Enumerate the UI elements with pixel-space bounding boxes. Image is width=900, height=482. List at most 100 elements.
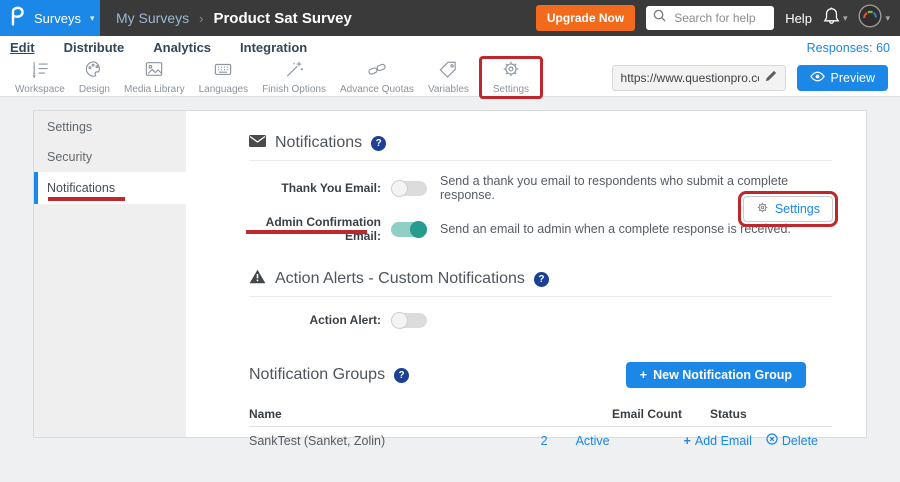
toolbar-item-workspace[interactable]: Workspace	[8, 60, 72, 95]
new-notification-group-button[interactable]: + New Notification Group	[626, 362, 806, 388]
group-actions: + Add Email Delete	[684, 433, 832, 448]
tab-analytics[interactable]: Analytics	[153, 40, 211, 55]
search-input[interactable]	[672, 10, 767, 26]
table-header-row: Name Email Count Status	[249, 401, 832, 427]
group-name: SankTest (Sanket, Zolin)	[249, 434, 478, 448]
chevron-down-icon: ▾	[90, 13, 95, 24]
column-header-name: Name	[249, 407, 612, 421]
settings-sidebar: Settings Security Notifications	[34, 111, 186, 437]
notifications-bell-menu[interactable]: ▾	[823, 6, 848, 30]
plus-icon: +	[684, 434, 691, 448]
action-alert-row: Action Alert:	[249, 310, 832, 330]
annotation-admin-email-underline	[246, 230, 367, 234]
plus-icon: +	[640, 368, 647, 382]
edit-toolbar: Workspace Design Media Library Languages	[0, 59, 900, 97]
admin-confirmation-email-toggle[interactable]	[391, 222, 427, 237]
chevron-down-icon: ▾	[843, 13, 848, 24]
envelope-icon	[249, 134, 266, 152]
chevron-down-icon: ▾	[885, 13, 890, 24]
section-title-action-alerts: Action Alerts - Custom Notifications	[275, 270, 525, 288]
help-icon[interactable]: ?	[371, 136, 386, 151]
workspace-icon	[30, 60, 50, 83]
languages-icon	[213, 60, 233, 83]
column-header-email-count: Email Count	[612, 407, 682, 421]
divider	[249, 296, 832, 297]
top-bar-actions: Upgrade Now Help ▾ ▾	[536, 4, 900, 33]
toolbar-item-languages[interactable]: Languages	[192, 60, 256, 95]
edit-pencil-icon[interactable]	[765, 69, 777, 87]
annotation-settings-button-box: Settings	[738, 191, 838, 227]
questionpro-logo-icon	[10, 6, 25, 31]
tab-edit[interactable]: Edit	[10, 40, 35, 55]
product-menu-label: Surveys	[34, 11, 81, 26]
thank-you-email-toggle[interactable]	[391, 181, 427, 196]
preview-button[interactable]: Preview	[797, 65, 888, 91]
circle-x-icon	[766, 433, 778, 448]
group-email-count-link[interactable]: 2	[478, 434, 548, 448]
help-icon[interactable]: ?	[394, 368, 409, 383]
advance-quotas-icon	[367, 60, 387, 83]
design-icon	[84, 60, 104, 83]
avatar	[858, 4, 882, 33]
delete-link[interactable]: Delete	[766, 433, 818, 448]
survey-url-box[interactable]: https://www.questionpro.com/t/.	[612, 65, 786, 91]
action-alerts-section: Action Alerts - Custom Notifications ? A…	[249, 269, 832, 330]
toolbar-item-finish-options[interactable]: Finish Options	[255, 60, 333, 95]
action-alert-label: Action Alert:	[249, 313, 381, 327]
sidebar-item-security[interactable]: Security	[34, 142, 186, 172]
tab-integration[interactable]: Integration	[240, 40, 307, 55]
help-search[interactable]	[646, 6, 774, 30]
admin-confirmation-email-description: Send an email to admin when a complete r…	[440, 222, 791, 236]
toolbar-item-media-library[interactable]: Media Library	[117, 60, 192, 95]
warning-triangle-icon	[249, 269, 266, 289]
divider	[249, 160, 832, 161]
eye-icon	[810, 71, 825, 85]
notifications-section-header: Notifications ?	[249, 133, 832, 153]
account-menu[interactable]: ▾	[858, 4, 890, 33]
variables-icon	[438, 60, 458, 83]
settings-card: Settings Security Notifications Notifica…	[33, 110, 867, 438]
group-status-link[interactable]: Active	[576, 434, 684, 448]
annotation-settings-toolbar-box: Settings	[479, 56, 543, 99]
sidebar-item-settings[interactable]: Settings	[34, 112, 186, 142]
breadcrumb-separator-icon: ›	[199, 11, 203, 26]
section-title-notification-groups: Notification Groups	[249, 366, 385, 384]
product-menu[interactable]: Surveys ▾	[0, 0, 100, 36]
survey-title: Product Sat Survey	[213, 10, 351, 27]
survey-url: https://www.questionpro.com/t/.	[621, 71, 759, 85]
bell-icon	[823, 6, 840, 30]
notification-groups-table: Name Email Count Status SankTest (Sanket…	[249, 401, 832, 455]
breadcrumb: My Surveys › Product Sat Survey	[116, 10, 352, 27]
toolbar-right: https://www.questionpro.com/t/. Preview	[612, 65, 888, 91]
upgrade-now-button[interactable]: Upgrade Now	[536, 5, 635, 31]
sidebar-item-notifications[interactable]: Notifications	[34, 172, 186, 204]
toggle-knob	[391, 180, 408, 197]
add-email-link[interactable]: + Add Email	[684, 434, 752, 448]
top-bar: Surveys ▾ My Surveys › Product Sat Surve…	[0, 0, 900, 36]
section-title-notifications: Notifications	[275, 134, 362, 152]
column-header-status: Status	[710, 407, 818, 421]
survey-nav: Edit Distribute Analytics Integration Re…	[0, 36, 900, 59]
toolbar-item-variables[interactable]: Variables	[421, 60, 476, 95]
action-alerts-section-header: Action Alerts - Custom Notifications ?	[249, 269, 832, 289]
breadcrumb-my-surveys[interactable]: My Surveys	[116, 10, 189, 26]
help-icon[interactable]: ?	[534, 272, 549, 287]
admin-email-settings-button[interactable]: Settings	[743, 196, 833, 222]
tab-distribute[interactable]: Distribute	[64, 40, 125, 55]
toolbar-item-advance-quotas[interactable]: Advance Quotas	[333, 60, 421, 95]
settings-gear-icon	[501, 60, 521, 83]
help-link[interactable]: Help	[785, 11, 812, 26]
toolbar-item-settings[interactable]: Settings	[486, 60, 536, 95]
toggle-knob	[410, 221, 427, 238]
thank-you-email-label: Thank You Email:	[249, 181, 381, 195]
toolbar-item-design[interactable]: Design	[72, 60, 117, 95]
action-alert-toggle[interactable]	[391, 313, 427, 328]
toggle-knob	[391, 312, 408, 329]
notification-groups-header: Notification Groups ? + New Notification…	[249, 362, 832, 388]
search-icon	[653, 9, 666, 27]
admin-confirmation-email-label: Admin Confirmation Email:	[249, 215, 381, 243]
gear-icon	[756, 201, 769, 217]
responses-count[interactable]: Responses: 60	[807, 41, 890, 55]
notifications-panel: Notifications ? Thank You Email: Send a …	[186, 111, 866, 437]
app-window: Surveys ▾ My Surveys › Product Sat Surve…	[0, 0, 900, 482]
